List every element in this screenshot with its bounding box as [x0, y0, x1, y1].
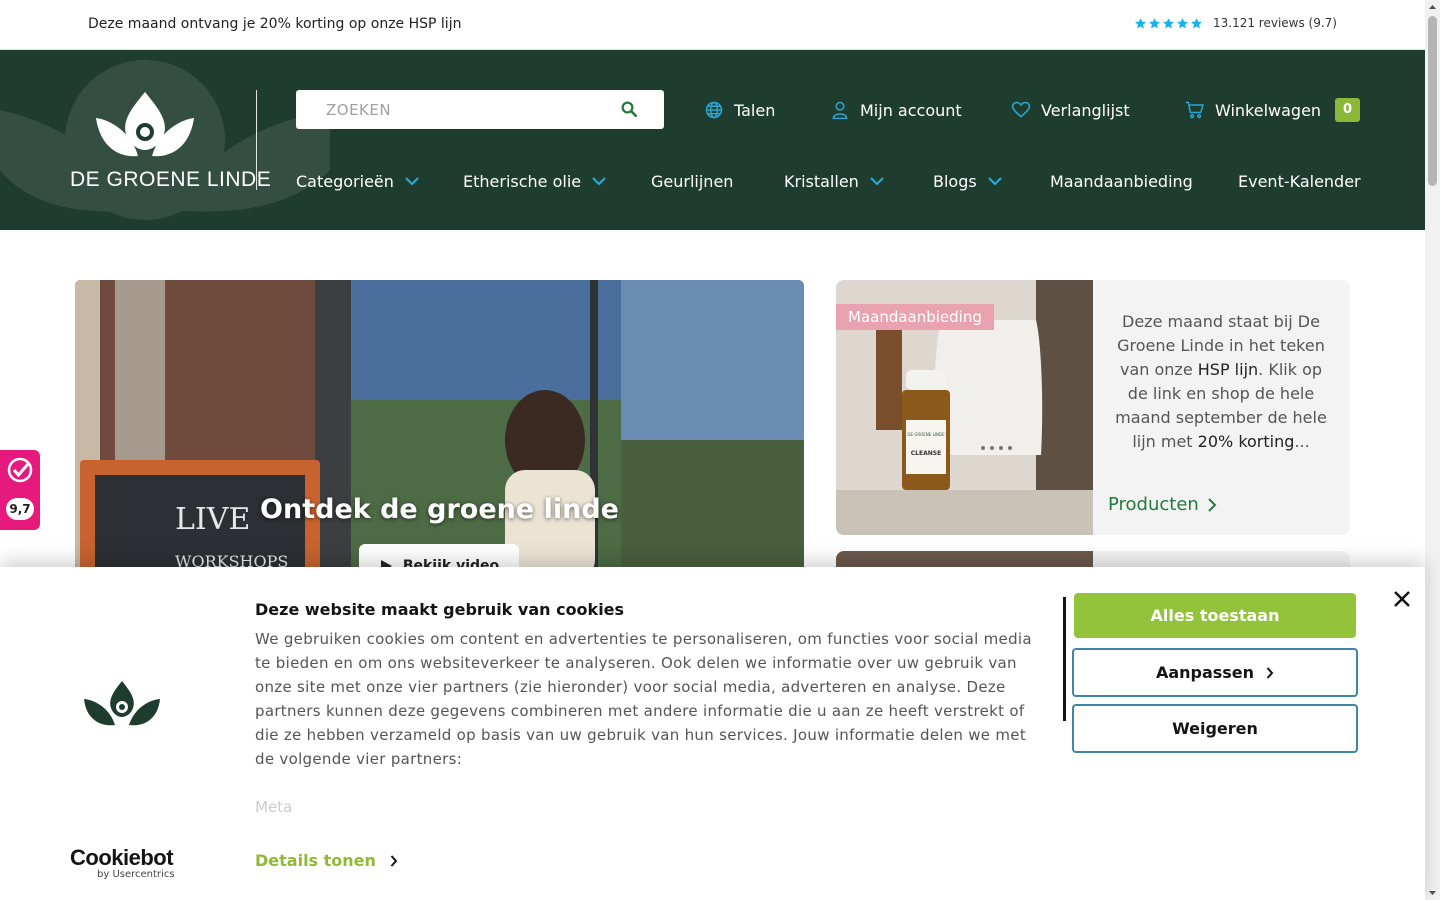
offer-highlight-discount: 20% korting: [1197, 432, 1295, 451]
cookiebot-logo[interactable]: Cookiebot by Usercentrics: [70, 845, 180, 880]
nav-crystals-label: Kristallen: [784, 171, 859, 191]
partner-meta: Meta: [255, 798, 293, 816]
nav-scent-lines[interactable]: Geurlijnen: [651, 170, 733, 192]
cart-icon: [1185, 101, 1204, 119]
star-icon: [1135, 17, 1146, 28]
languages-label: Talen: [734, 100, 776, 120]
nav-categories-label: Categorieën: [296, 171, 394, 191]
user-icon: [832, 101, 848, 120]
wishlist-label: Verlanglijst: [1041, 100, 1130, 120]
customize-button[interactable]: Aanpassen: [1072, 648, 1358, 697]
cookiebot-name: Cookiebot: [70, 845, 174, 870]
search-input[interactable]: [296, 90, 606, 129]
scrollbar-thumb[interactable]: [1428, 16, 1437, 186]
cart-link[interactable]: Winkelwagen 0: [1185, 98, 1361, 122]
cart-label: Winkelwagen: [1215, 100, 1322, 120]
star-icon: [1163, 17, 1174, 28]
chevron-down-icon: [987, 177, 1002, 186]
deny-label: Weigeren: [1172, 719, 1258, 738]
scroll-up-icon[interactable]: [1428, 3, 1437, 11]
nav-event-calendar[interactable]: Event-Kalender: [1238, 170, 1361, 192]
reviews-count: 13.121 reviews (9.7): [1212, 16, 1337, 30]
star-icon: [1191, 17, 1202, 28]
nav-scent-lines-label: Geurlijnen: [651, 171, 734, 191]
show-details-link[interactable]: Details tonen: [255, 851, 398, 870]
chevron-right-icon: [390, 854, 398, 867]
nav-essential-oil[interactable]: Etherische olie: [463, 170, 607, 192]
chevron-right-icon: [1208, 497, 1217, 512]
offer-tag: Maandaanbieding: [836, 304, 994, 330]
star-icon: [1177, 17, 1188, 28]
site-logo[interactable]: DE GROENE LINDE: [70, 90, 272, 200]
rating-stars: [1134, 17, 1203, 30]
star-icon: [1149, 17, 1160, 28]
offer-description: Deze maand staat bij De Groene Linde in …: [1109, 310, 1333, 454]
offer-text-3: ...: [1294, 432, 1310, 451]
cart-count-badge: 0: [1335, 98, 1361, 122]
header-divider: [256, 90, 257, 190]
cookiebot-sub: by Usercentrics: [97, 869, 175, 880]
search-bar: [296, 90, 664, 129]
products-link[interactable]: Producten: [1108, 494, 1217, 515]
scroll-down-icon[interactable]: [1428, 889, 1437, 897]
reviews-summary[interactable]: 13.121 reviews (9.7): [1134, 16, 1337, 30]
linde-leaf-logo-icon: [96, 92, 194, 157]
deny-button[interactable]: Weigeren: [1072, 704, 1358, 753]
nav-blogs-label: Blogs: [933, 171, 977, 191]
account-label: Mijn account: [860, 100, 962, 120]
nav-event-calendar-label: Event-Kalender: [1238, 171, 1361, 191]
languages-link[interactable]: Talen: [704, 98, 775, 122]
wishlist-link[interactable]: Verlanglijst: [1011, 98, 1130, 122]
allow-all-button[interactable]: Alles toestaan: [1074, 593, 1356, 638]
nav-blogs[interactable]: Blogs: [933, 170, 1003, 192]
logo-text: DE GROENE LINDE: [70, 168, 272, 191]
site-header: DE GROENE LINDE Talen Mijn account Verla…: [0, 50, 1425, 230]
globe-icon: [705, 101, 723, 119]
chevron-down-icon: [870, 177, 884, 186]
nav-monthly-offer[interactable]: Maandaanbieding: [1050, 170, 1193, 192]
nav-crystals[interactable]: Kristallen: [784, 170, 885, 192]
search-icon[interactable]: [620, 100, 638, 118]
show-details-label: Details tonen: [255, 851, 376, 870]
chevron-down-icon: [592, 177, 606, 186]
products-link-label: Producten: [1108, 494, 1199, 515]
cookie-scroll-thumb[interactable]: [1063, 597, 1066, 721]
cookie-title: Deze website maakt gebruik van cookies: [255, 600, 625, 619]
kiyoh-check-icon: [7, 457, 33, 483]
cookie-text-fade: [255, 777, 1050, 817]
bottle-label: CLEANSE: [910, 450, 942, 457]
hero-title: Ontdek de groene linde: [260, 494, 619, 525]
kiyoh-rating-badge[interactable]: 9,7: [0, 450, 40, 530]
nav-essential-oil-label: Etherische olie: [463, 171, 582, 191]
nav-categories[interactable]: Categorieën: [296, 170, 420, 192]
heart-icon: [1011, 101, 1031, 118]
nav-monthly-offer-label: Maandaanbieding: [1050, 171, 1193, 191]
cookie-consent-banner: Deze website maakt gebruik van cookies W…: [0, 567, 1425, 900]
account-link[interactable]: Mijn account: [830, 98, 962, 122]
customize-label: Aanpassen: [1155, 663, 1255, 682]
kiyoh-score: 9,7: [6, 498, 34, 520]
hero-video[interactable]: LIVE WORKSHOPS Ontdek de groene linde Be…: [75, 280, 804, 580]
offer-highlight-hsp: HSP lijn: [1197, 360, 1259, 379]
bottle-brand: DE GROENE LINDE: [907, 432, 945, 437]
chevron-down-icon: [405, 177, 419, 186]
linde-leaf-logo-icon: [84, 681, 160, 726]
top-bar: Deze maand ontvang je 20% korting op onz…: [0, 0, 1425, 50]
chevron-right-icon: [1266, 666, 1274, 679]
monthly-offer-card[interactable]: DE GROENE LINDE CLEANSE Maandaanbieding …: [836, 280, 1350, 535]
promo-message: Deze maand ontvang je 20% korting op onz…: [88, 16, 462, 32]
page-scrollbar[interactable]: [1425, 0, 1440, 900]
close-icon[interactable]: [1392, 589, 1412, 609]
